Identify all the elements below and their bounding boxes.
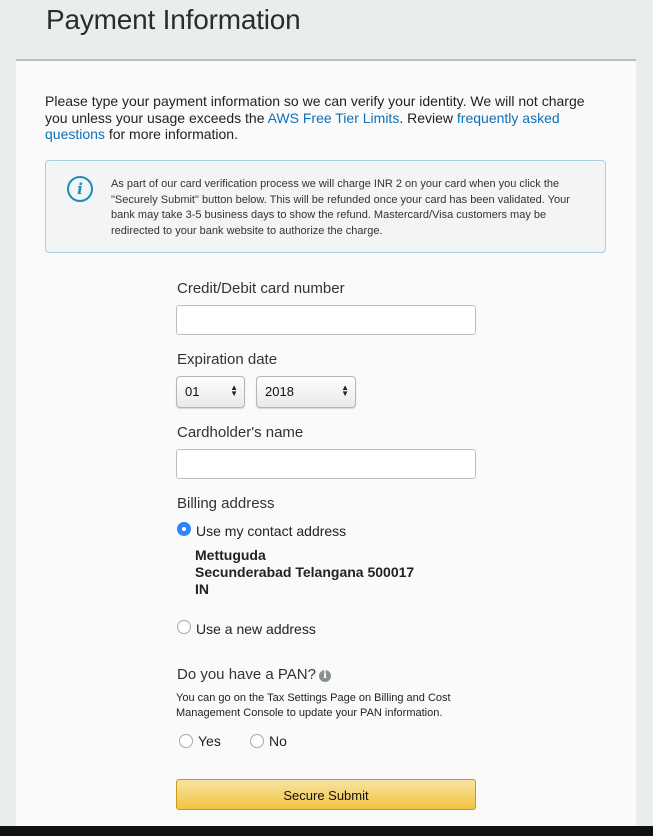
pan-yes-label[interactable]: Yes: [198, 733, 221, 749]
intro-text-part: . Review: [399, 109, 457, 126]
intro-text: Please type your payment information so …: [45, 93, 605, 143]
billing-address-label: Billing address: [177, 495, 275, 512]
card-number-label: Credit/Debit card number: [177, 280, 345, 297]
bottom-bar: [0, 826, 653, 836]
year-value: 2018: [265, 384, 294, 399]
month-value: 01: [185, 384, 200, 399]
contact-address: Mettuguda Secunderabad Telangana 500017 …: [195, 547, 414, 598]
pan-question: Do you have a PAN? i: [177, 666, 331, 683]
use-new-address-radio[interactable]: [177, 620, 191, 634]
expiration-label: Expiration date: [177, 351, 278, 368]
pan-no-radio[interactable]: [250, 734, 264, 748]
card-number-input[interactable]: [176, 305, 476, 335]
intro-text-part: for more information.: [104, 126, 238, 142]
aws-free-tier-link[interactable]: AWS Free Tier Limits: [268, 110, 400, 126]
address-line: IN: [195, 581, 209, 597]
payment-panel: Please type your payment information so …: [16, 59, 636, 826]
cardholder-name-input[interactable]: [176, 449, 476, 479]
use-contact-address-label[interactable]: Use my contact address: [196, 523, 346, 539]
pan-no-label[interactable]: No: [269, 733, 287, 749]
cardholder-label: Cardholder's name: [177, 424, 304, 441]
address-line: Mettuguda: [195, 547, 266, 563]
pan-note: You can go on the Tax Settings Page on B…: [176, 692, 451, 719]
info-icon: i: [67, 176, 93, 202]
pan-yes-radio[interactable]: [179, 734, 193, 748]
info-circle-icon[interactable]: i: [318, 670, 331, 682]
select-arrows-icon: ▲ ▼: [341, 383, 349, 398]
use-contact-address-radio[interactable]: [177, 522, 191, 536]
address-line: Secunderabad Telangana 500017: [195, 564, 415, 580]
expiration-month-select[interactable]: 01 ▲ ▼: [176, 376, 245, 408]
secure-submit-button[interactable]: Secure Submit: [176, 779, 476, 810]
use-new-address-label[interactable]: Use a new address: [196, 621, 316, 637]
expiration-year-select[interactable]: 2018 ▲ ▼: [256, 376, 356, 408]
verification-notice: i As part of our card verification proce…: [45, 160, 606, 253]
page-title: Payment Information: [46, 4, 301, 35]
select-arrows-icon: ▲ ▼: [230, 383, 238, 398]
pan-question-label: Do you have a PAN?: [177, 666, 316, 683]
notice-text: As part of our card verification process…: [111, 178, 570, 237]
